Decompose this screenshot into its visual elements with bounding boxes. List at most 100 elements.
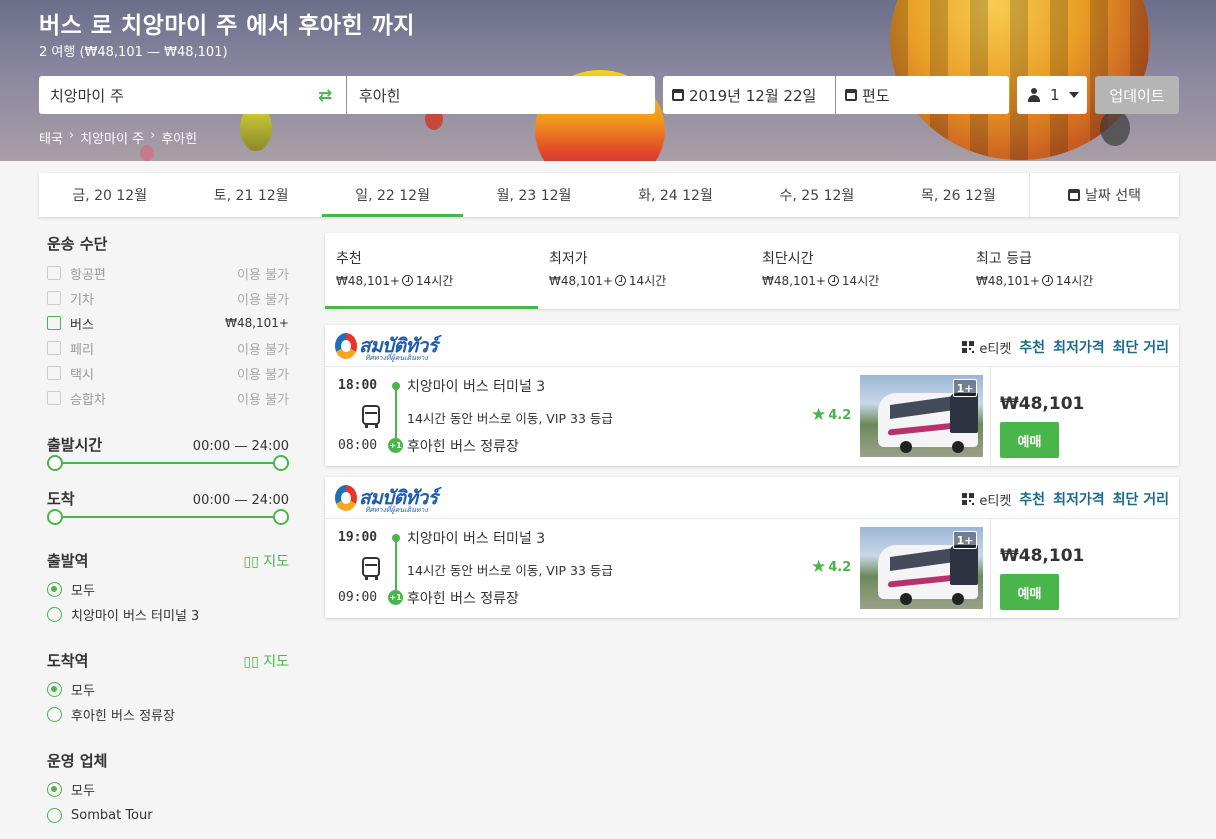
radio[interactable] — [47, 807, 62, 823]
trip-description: 14시간 동안 버스로 이동, VIP 33 등급 — [407, 563, 613, 578]
transport-option-flight[interactable]: 항공편 이용 불가 — [47, 263, 289, 283]
bus-photo[interactable]: 1+ — [860, 527, 983, 609]
trip-card[interactable]: สมบัติทัวร์ ทิศทางที่ผู้คนเดินทาง e티켓 추천 … — [325, 325, 1179, 466]
tag-shortest[interactable]: 최단 거리 — [1113, 337, 1169, 357]
trip-card[interactable]: สมบัติทัวร์ ทิศทางที่ผู้คนเดินทาง e티켓 추천 … — [325, 477, 1179, 618]
star-icon: ★ — [811, 557, 827, 577]
page-title: 버스 로 치앙마이 주 에서 후아힌 까지 — [39, 13, 415, 39]
option-label: 기차 — [70, 292, 94, 308]
arrival-time: 09:00 — [338, 590, 378, 605]
arrival-station-option[interactable]: 후아힌 버스 정류장 — [47, 704, 175, 724]
date-tab[interactable]: 토, 21 12월 — [180, 173, 321, 217]
tag-cheapest[interactable]: 최저가격 — [1053, 489, 1105, 509]
checkbox[interactable] — [47, 391, 61, 405]
date-value: 2019년 12월 22일 — [689, 86, 817, 105]
trip-description: 14시간 동안 버스로 이동, VIP 33 등급 — [407, 411, 613, 426]
departure-time-slider[interactable] — [47, 455, 289, 471]
bus-photo[interactable]: 1+ — [860, 375, 983, 457]
radio[interactable] — [47, 681, 62, 697]
slider-handle-min[interactable] — [47, 509, 63, 525]
date-picker-label: 날짜 선택 — [1085, 188, 1142, 204]
transport-option-ferry[interactable]: 페리 이용 불가 — [47, 338, 289, 358]
departure-time: 19:00 — [338, 530, 378, 545]
checkbox[interactable] — [47, 291, 61, 305]
checkbox[interactable] — [47, 341, 61, 355]
transport-option-bus[interactable]: 버스 ₩48,101+ — [47, 313, 289, 333]
sort-tab-meta: ₩48,101+ 14시간 — [762, 274, 880, 288]
radio[interactable] — [47, 706, 62, 722]
tag-shortest[interactable]: 최단 거리 — [1113, 489, 1169, 509]
option-label: 항공편 — [70, 267, 106, 283]
transport-filter: 운송 수단 — [47, 233, 289, 254]
date-tab[interactable]: 수, 25 12월 — [746, 173, 887, 217]
date-picker-button[interactable]: 날짜 선택 — [1029, 173, 1179, 217]
breadcrumb-country[interactable]: 태국 — [39, 128, 63, 147]
passenger-select[interactable]: 1 — [1017, 76, 1087, 114]
logo-tagline: ทิศทางที่ผู้คนเดินทาง — [365, 354, 428, 362]
tag-recommended[interactable]: 추천 — [1019, 337, 1045, 357]
option-value: 이용 불가 — [237, 292, 289, 308]
transport-option-taxi[interactable]: 택시 이용 불가 — [47, 363, 289, 383]
from-input[interactable]: 치앙마이 주 — [39, 76, 346, 114]
date-tab[interactable]: 월, 23 12월 — [463, 173, 604, 217]
from-value: 치앙마이 주 — [50, 86, 124, 105]
calendar-icon — [1068, 189, 1081, 201]
tag-recommended[interactable]: 추천 — [1019, 489, 1045, 509]
bus-icon — [362, 557, 380, 580]
date-tab-selected[interactable]: 일, 22 12월 — [321, 173, 464, 217]
to-value: 후아힌 — [359, 86, 401, 105]
checkbox[interactable] — [47, 366, 61, 380]
radio[interactable] — [47, 606, 62, 622]
sort-tab-name: 최단시간 — [762, 251, 814, 267]
radio[interactable] — [47, 581, 62, 597]
arrival-station-option[interactable]: 모두 — [47, 679, 95, 699]
photo-count-badge: 1+ — [953, 531, 977, 549]
date-tab[interactable]: 화, 24 12월 — [605, 173, 746, 217]
map-link[interactable]: ▯▯ 지도 — [243, 551, 289, 571]
star-icon: ★ — [811, 405, 827, 425]
date-tab[interactable]: 금, 20 12월 — [39, 173, 180, 217]
transport-option-van[interactable]: 승합차 이용 불가 — [47, 388, 289, 408]
departure-station-option[interactable]: 모두 — [47, 579, 95, 599]
operator-filter: 운영 업체 — [47, 750, 289, 771]
to-input[interactable]: 후아힌 — [347, 76, 655, 114]
slider-handle-max[interactable] — [273, 509, 289, 525]
operator-option[interactable]: 모두 — [47, 779, 95, 799]
book-button[interactable]: 예매 — [1000, 422, 1059, 458]
balloon-image — [140, 145, 154, 161]
slider-handle-max[interactable] — [273, 455, 289, 471]
option-value: ₩48,101+ — [225, 316, 289, 330]
book-button[interactable]: 예매 — [1000, 574, 1059, 610]
arrival-time-slider[interactable] — [47, 509, 289, 525]
breadcrumb-province[interactable]: 치앙마이 주 — [80, 128, 144, 147]
slider-handle-min[interactable] — [47, 455, 63, 471]
map-link[interactable]: ▯▯ 지도 — [243, 651, 289, 671]
swap-icon[interactable]: ⇄ — [318, 86, 332, 106]
logo-tagline: ทิศทางที่ผู้คนเดินทาง — [365, 506, 428, 514]
transport-option-train[interactable]: 기차 이용 불가 — [47, 288, 289, 308]
departure-station-option[interactable]: 치앙마이 버스 터미널 3 — [47, 604, 199, 624]
option-label: Sombat Tour — [71, 807, 153, 823]
checkbox[interactable] — [47, 316, 61, 330]
arrival-time-label: 도착 — [47, 490, 75, 508]
sort-tab-top-rated[interactable]: 최고 등급 ₩48,101+ 14시간 — [965, 233, 1178, 309]
breadcrumb: 태국 › 치앙마이 주 › 후아힌 — [39, 128, 197, 147]
eticket-badge: e티켓 — [962, 338, 1011, 357]
calendar-icon — [845, 89, 857, 101]
chevron-right-icon: › — [68, 128, 75, 143]
date-tab[interactable]: 목, 26 12월 — [888, 173, 1029, 217]
date-input[interactable]: 2019년 12월 22일 — [663, 76, 835, 114]
sort-tab-recommended[interactable]: 추천 ₩48,101+ 14시간 — [325, 233, 538, 309]
radio[interactable] — [47, 781, 62, 797]
sort-tab-cheapest[interactable]: 최저가 ₩48,101+ 14시간 — [538, 233, 751, 309]
departure-time-range: 00:00 — 24:00 — [192, 439, 289, 454]
checkbox[interactable] — [47, 266, 61, 280]
return-date-input[interactable]: 편도 — [836, 76, 1009, 114]
sort-tab-fastest[interactable]: 최단시간 ₩48,101+ 14시간 — [751, 233, 964, 309]
update-button[interactable]: 업데이트 — [1095, 76, 1179, 114]
operator-option[interactable]: Sombat Tour — [47, 805, 153, 825]
tag-cheapest[interactable]: 최저가격 — [1053, 337, 1105, 357]
card-header: สมบัติทัวร์ ทิศทางที่ผู้คนเดินทาง e티켓 추천 … — [325, 325, 1179, 367]
map-icon: ▯▯ — [243, 654, 264, 670]
card-tags: e티켓 추천 최저가격 최단 거리 — [962, 337, 1169, 357]
